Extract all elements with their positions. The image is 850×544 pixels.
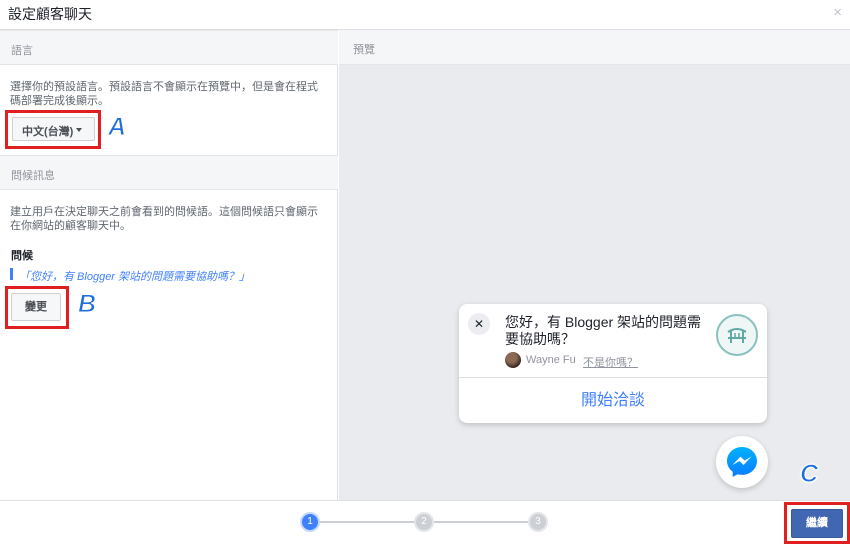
step-indicator-3: 3 bbox=[528, 512, 548, 532]
language-section-header: 語言 bbox=[0, 30, 338, 65]
dialog-header: 設定顧客聊天 × bbox=[0, 0, 850, 30]
greeting-section-header: 問候訊息 bbox=[0, 155, 338, 190]
dialog-footer: 1 2 3 繼續 bbox=[0, 500, 850, 544]
language-section-title: 語言 bbox=[11, 45, 33, 57]
not-you-link[interactable]: 不是你嗎？ bbox=[583, 354, 638, 370]
close-icon[interactable]: ✕ bbox=[468, 313, 490, 335]
start-chat-button[interactable]: 開始洽談 bbox=[459, 378, 767, 423]
greeting-section-title: 問候訊息 bbox=[11, 170, 55, 182]
avatar bbox=[505, 352, 521, 368]
annotation-label-a: A bbox=[107, 113, 127, 142]
step-indicator-1: 1 bbox=[300, 512, 320, 532]
messenger-icon bbox=[727, 447, 757, 477]
preview-area bbox=[339, 65, 850, 500]
page-logo-icon bbox=[716, 314, 758, 356]
chat-greeting-card: ✕ 您好，有 Blogger 架站的問題需要協助嗎？ Wayne Fu 不是你嗎… bbox=[459, 304, 767, 423]
greeting-label: 問候 bbox=[11, 250, 33, 262]
language-description: 選擇你的預設語言。預設語言不會顯示在預覽中，但是會在程式碼部署完成後顯示。 bbox=[10, 81, 318, 107]
dialog-title: 設定顧客聊天 bbox=[8, 6, 92, 22]
step-indicator-2: 2 bbox=[414, 512, 434, 532]
preview-title: 預覽 bbox=[353, 44, 375, 56]
greeting-description: 建立用戶在決定聊天之前會看到的問候語。這個問候語只會顯示在你網站的顧客聊天中。 bbox=[10, 206, 318, 232]
step-connector bbox=[320, 521, 416, 523]
preview-header: 預覽 bbox=[339, 30, 850, 65]
annotation-label-b: B bbox=[77, 290, 97, 319]
greeting-message: 您好，有 Blogger 架站的問題需要協助嗎？ bbox=[505, 314, 702, 347]
step-connector bbox=[434, 521, 530, 523]
close-icon[interactable]: × bbox=[833, 4, 842, 21]
greeting-text: 「您好，有 Blogger 架站的問題需要協助嗎？」 bbox=[19, 271, 251, 283]
annotation-label-c: C bbox=[799, 460, 819, 489]
annotation-highlight-continue bbox=[784, 502, 850, 544]
annotation-highlight-change bbox=[5, 286, 69, 329]
settings-panel: 語言 選擇你的預設語言。預設語言不會顯示在預覽中，但是會在程式碼部署完成後顯示。… bbox=[0, 30, 338, 500]
messenger-launcher-button[interactable] bbox=[716, 436, 768, 488]
annotation-highlight-language bbox=[5, 110, 101, 149]
greeting-quote-bar bbox=[10, 268, 13, 280]
user-name: Wayne Fu bbox=[526, 354, 576, 366]
